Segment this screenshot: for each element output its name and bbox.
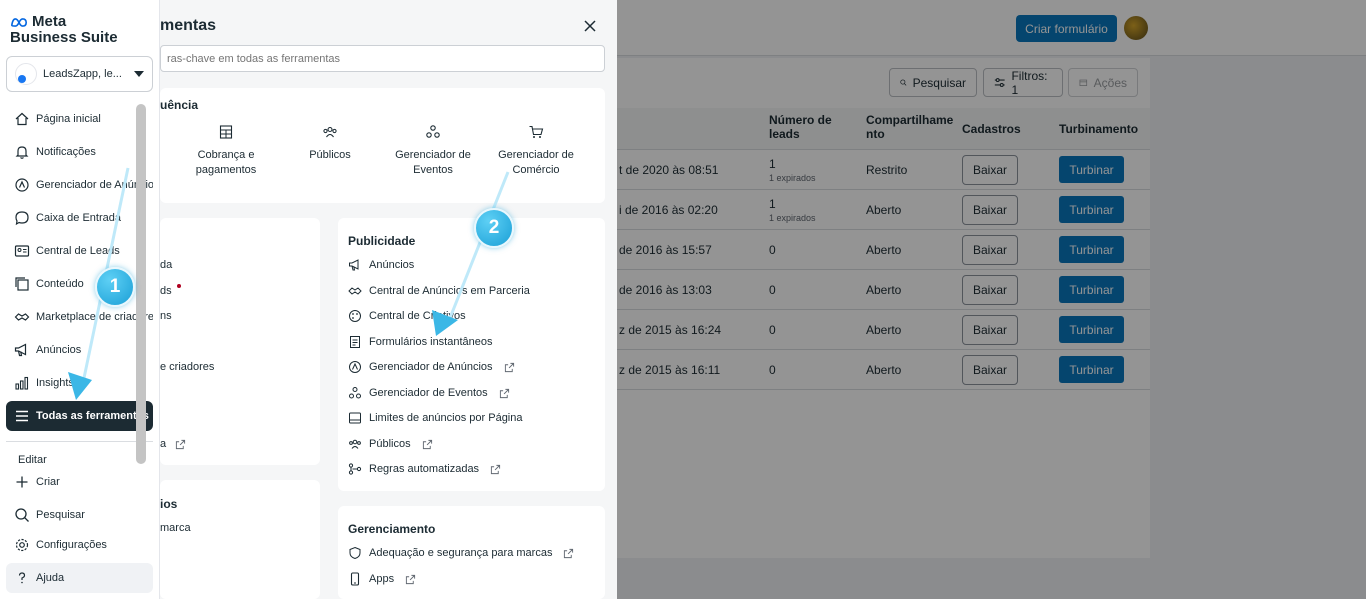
gear-icon xyxy=(15,538,29,552)
insights-icon xyxy=(15,376,29,390)
audiences-icon xyxy=(349,439,361,449)
advertising-card: Publicidade Anúncios Central de Anúncios… xyxy=(338,218,605,491)
sidebar-item-inbox[interactable]: Caixa de Entrada xyxy=(6,203,153,233)
external-link-icon xyxy=(504,362,514,372)
frequent-tools-heading: uência xyxy=(160,98,199,112)
left-lower-heading: ios xyxy=(160,497,178,511)
external-link-icon xyxy=(422,439,432,449)
close-icon[interactable] xyxy=(581,17,599,35)
sidebar-scrollbar[interactable] xyxy=(136,104,146,464)
ads-manager-icon xyxy=(15,178,29,192)
left-tool-fragment[interactable]: a xyxy=(160,438,186,450)
content-icon xyxy=(15,277,29,291)
rules-icon xyxy=(348,463,362,475)
events-icon xyxy=(349,387,361,399)
question-icon xyxy=(18,572,26,584)
left-tools-card xyxy=(160,218,320,465)
callout-step-1: 1 xyxy=(95,267,135,307)
frequent-commerce-manager[interactable]: Gerenciador de Comércio xyxy=(491,124,581,178)
left-tool-fragment[interactable]: da xyxy=(160,259,172,271)
ads-manager-icon xyxy=(349,361,361,373)
tool-page-ad-limits[interactable]: Limites de anúncios por Página xyxy=(348,411,522,425)
tool-instant-forms[interactable]: Formulários instantâneos xyxy=(348,335,493,349)
external-link-icon xyxy=(176,439,186,449)
left-tool-fragment[interactable]: marca xyxy=(160,522,191,534)
tools-search-input[interactable] xyxy=(160,45,605,72)
form-icon xyxy=(350,336,360,348)
events-icon xyxy=(426,125,440,138)
sidebar-item-leads-center[interactable]: Central de Leads xyxy=(6,236,153,266)
meta-logo-icon xyxy=(10,17,28,27)
palette-icon xyxy=(349,310,361,322)
sidebar-divider xyxy=(6,441,153,442)
frequent-billing[interactable]: Cobrança e pagamentos xyxy=(181,124,271,178)
audiences-icon xyxy=(323,126,337,138)
meta-business-suite-logo[interactable]: Meta Business Suite xyxy=(10,14,118,46)
management-card: Gerenciamento Adequação e segurança para… xyxy=(338,506,605,599)
limits-icon xyxy=(349,412,361,424)
sidebar-item-settings[interactable]: Configurações xyxy=(6,530,153,560)
cart-icon xyxy=(529,125,544,138)
notification-dot xyxy=(177,284,181,288)
external-link-icon xyxy=(499,388,509,398)
account-switcher[interactable]: LeadsZapp, le... xyxy=(6,56,153,92)
tool-ads[interactable]: Anúncios xyxy=(348,258,414,272)
sidebar-item-ads[interactable]: Anúncios xyxy=(6,335,153,365)
tool-apps[interactable]: Apps xyxy=(348,572,416,586)
shield-icon xyxy=(349,546,361,560)
billing-icon xyxy=(219,125,233,139)
external-link-icon xyxy=(405,574,416,584)
tool-brand-safety[interactable]: Adequação e segurança para marcas xyxy=(348,546,574,560)
frequent-tools-card: uência Cobrança e pagamentos Públicos Ge… xyxy=(160,88,605,203)
left-lower-card xyxy=(160,480,320,599)
search-icon xyxy=(15,508,29,522)
left-tool-fragment[interactable]: e criadores xyxy=(160,361,214,373)
tool-partnership-ads[interactable]: Central de Anúncios em Parceria xyxy=(348,284,530,298)
sidebar-item-home[interactable]: Página inicial xyxy=(6,104,153,134)
external-link-icon xyxy=(564,548,574,558)
sidebar-item-create[interactable]: Criar xyxy=(6,467,153,497)
sidebar-item-creator-marketplace[interactable]: Marketplace de criadores xyxy=(6,302,153,332)
advertising-heading: Publicidade xyxy=(348,234,416,248)
account-name: LeadsZapp, le... xyxy=(43,68,122,80)
megaphone-icon xyxy=(349,259,359,271)
sidebar-item-search[interactable]: Pesquisar xyxy=(6,500,153,530)
left-tool-fragment[interactable]: ds xyxy=(160,285,172,297)
sidebar-item-insights[interactable]: Insights xyxy=(6,368,153,398)
home-icon xyxy=(15,112,29,126)
sidebar-item-ads-manager[interactable]: Gerenciador de Anúncios xyxy=(6,170,153,200)
phone-icon xyxy=(350,572,360,586)
account-avatar xyxy=(15,63,37,85)
frequent-events-manager[interactable]: Gerenciador de Eventos xyxy=(388,124,478,178)
tool-creative-hub[interactable]: Central de Criativos xyxy=(348,309,466,323)
chat-icon xyxy=(15,211,29,226)
tool-automated-rules[interactable]: Regras automatizadas xyxy=(348,462,501,476)
frequent-audiences[interactable]: Públicos xyxy=(285,124,375,163)
leads-icon xyxy=(14,245,30,257)
partnership-icon xyxy=(348,287,362,295)
chevron-down-icon xyxy=(134,71,144,77)
panel-title: mentas xyxy=(160,17,217,34)
bell-icon xyxy=(15,146,29,159)
tool-events-manager[interactable]: Gerenciador de Eventos xyxy=(348,386,510,400)
tool-ads-manager[interactable]: Gerenciador de Anúncios xyxy=(348,360,515,374)
sidebar-item-all-tools[interactable]: Todas as ferramentas xyxy=(6,401,153,431)
left-tool-fragment[interactable]: ns xyxy=(160,310,172,322)
external-link-icon xyxy=(490,464,501,474)
plus-icon xyxy=(16,476,28,488)
sidebar-item-notifications[interactable]: Notificações xyxy=(6,137,153,167)
megaphone-icon xyxy=(14,343,27,357)
callout-step-2: 2 xyxy=(474,208,514,248)
marketplace-icon xyxy=(14,313,30,321)
tool-audiences[interactable]: Públicos xyxy=(348,437,433,451)
edit-section-label[interactable]: Editar xyxy=(18,454,47,466)
management-heading: Gerenciamento xyxy=(348,522,436,536)
sidebar-item-help[interactable]: Ajuda xyxy=(6,563,153,593)
modal-overlay[interactable] xyxy=(617,0,1366,599)
menu-icon xyxy=(16,410,28,422)
